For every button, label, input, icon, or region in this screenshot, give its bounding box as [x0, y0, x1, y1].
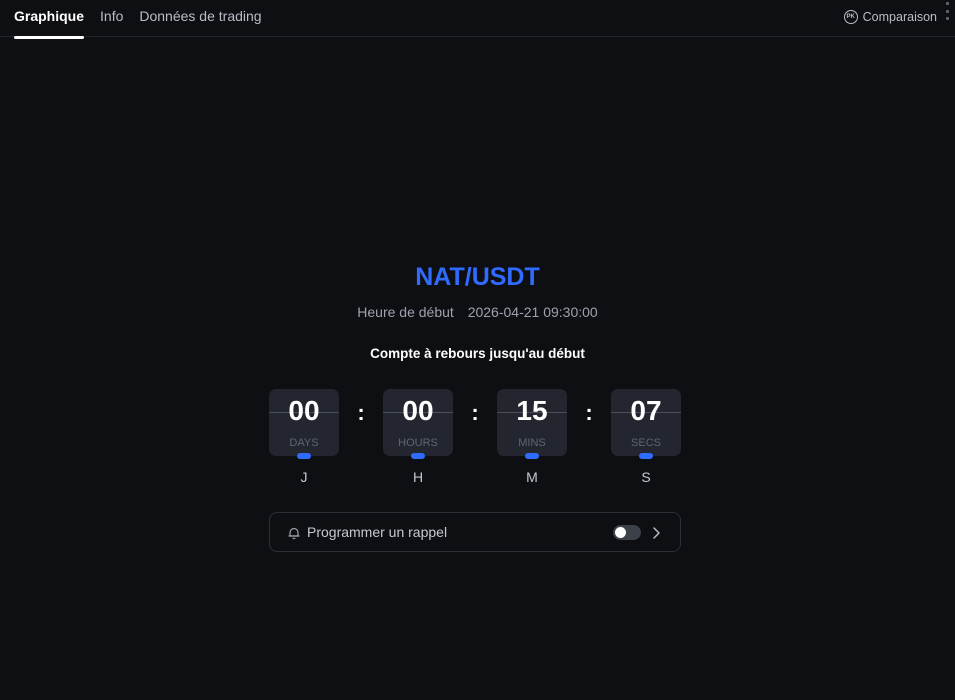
toggle-knob — [615, 527, 626, 538]
flip-marker — [297, 453, 311, 459]
pair-title: NAT/USDT — [415, 263, 540, 291]
reminder-label: Programmer un rappel — [307, 524, 448, 540]
compare-label: Comparaison — [862, 10, 937, 24]
flip-marker — [525, 453, 539, 459]
start-time: Heure de début 2026-04-21 09:30:00 — [0, 304, 955, 320]
countdown-days: 00 DAYS — [269, 389, 339, 459]
countdown-mins-letter: M — [526, 469, 538, 485]
countdown-secs: 07 SECS — [611, 389, 681, 459]
countdown-days-letter: J — [300, 469, 308, 485]
reminder-toggle[interactable] — [613, 525, 641, 540]
countdown-secs-letter: S — [641, 469, 651, 485]
countdown-secs-label: SECS — [631, 437, 661, 449]
countdown-days-value: 00 — [288, 395, 320, 426]
flip-marker — [411, 453, 425, 459]
countdown-separator: : — [471, 400, 479, 425]
reminder-row[interactable]: Programmer un rappel — [269, 512, 681, 552]
compare-button[interactable]: PK Comparaison — [843, 8, 937, 26]
flip-marker — [639, 453, 653, 459]
top-bar: Graphique Info Données de trading PK Com… — [0, 0, 955, 39]
tab-trading-data[interactable]: Données de trading — [139, 0, 261, 37]
countdown-mins-value: 15 — [516, 395, 548, 426]
countdown-mins-label: MINS — [518, 437, 546, 449]
chevron-right-icon[interactable] — [651, 526, 661, 540]
countdown-days-label: DAYS — [289, 437, 319, 449]
countdown-hours-value: 00 — [402, 395, 434, 426]
start-time-label: Heure de début — [357, 304, 454, 320]
tab-info[interactable]: Info — [100, 0, 123, 37]
tab-graphique[interactable]: Graphique — [14, 0, 85, 39]
bell-icon — [288, 527, 300, 540]
countdown-mins: 15 MINS — [497, 389, 567, 459]
compare-icon: PK — [843, 10, 858, 24]
countdown-hours: 00 HOURS — [383, 389, 453, 459]
countdown-secs-value: 07 — [630, 395, 662, 426]
more-options-icon[interactable] — [943, 2, 951, 20]
countdown-separator: : — [585, 400, 593, 425]
start-time-value: 2026-04-21 09:30:00 — [467, 304, 598, 320]
countdown-separator: : — [357, 400, 365, 425]
countdown-hours-letter: H — [412, 469, 424, 485]
countdown-hours-label: HOURS — [398, 437, 438, 449]
countdown-title: Compte à rebours jusqu'au début — [370, 346, 585, 361]
tab-list: Graphique Info Données de trading — [14, 0, 278, 39]
